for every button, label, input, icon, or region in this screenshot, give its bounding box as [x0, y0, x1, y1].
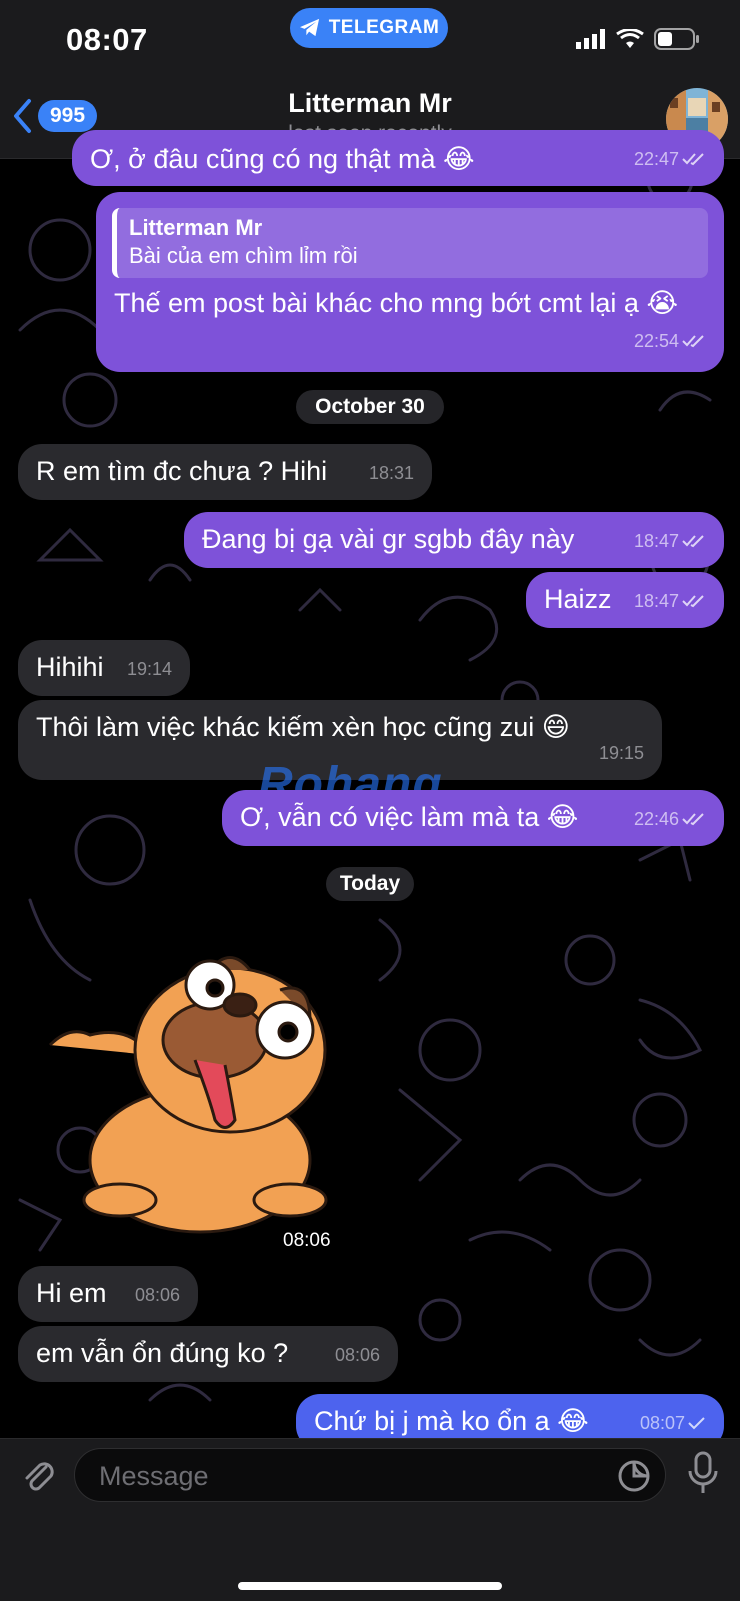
- message-time: 18:47: [633, 591, 679, 611]
- message-time: 19:15: [598, 743, 644, 763]
- message-time: 18:47: [633, 531, 679, 551]
- date-separator: Today: [326, 867, 414, 901]
- outgoing-message[interactable]: Haizz 18:47: [526, 572, 724, 628]
- app-pill-label: TELEGRAM: [328, 17, 440, 38]
- message-meta: 08:07: [640, 1406, 706, 1440]
- message-text: Thế em post bài khác cho mng bớt cmt lại…: [114, 288, 678, 318]
- incoming-message[interactable]: Hi em 08:06: [18, 1266, 198, 1322]
- single-check-icon: [688, 1417, 705, 1430]
- chat-title[interactable]: Litterman Mr: [0, 88, 740, 119]
- message-text: Ơ, ở đâu cũng có ng thật mà 😂: [90, 144, 475, 174]
- system-icons: [576, 28, 700, 50]
- double-check-icon: [682, 595, 704, 608]
- sticker-icon[interactable]: [617, 1459, 651, 1493]
- message-text: Hihihi: [36, 652, 104, 682]
- mic-icon[interactable]: [686, 1451, 720, 1495]
- message-time: 08:07: [639, 1413, 685, 1433]
- message-time: 19:14: [126, 659, 172, 679]
- message-meta: 22:47: [634, 142, 706, 176]
- incoming-message[interactable]: em vẫn ổn đúng ko ? 08:06: [18, 1326, 398, 1382]
- signal-icon: [576, 29, 605, 49]
- message-text: Hi em: [36, 1278, 107, 1308]
- double-check-icon: [682, 535, 704, 548]
- message-time: 22:46: [633, 809, 679, 829]
- pug-sticker[interactable]: [40, 950, 340, 1240]
- message-meta: 22:54: [634, 324, 706, 358]
- message-time: 22:54: [633, 331, 679, 351]
- clock: 08:07: [66, 22, 148, 57]
- status-bar: 08:07 TELEGRAM: [0, 0, 740, 80]
- reply-author: Litterman Mr: [129, 215, 263, 240]
- sticker-time: 08:06: [283, 1230, 331, 1251]
- date-separator: October 30: [296, 390, 444, 424]
- outgoing-message[interactable]: Ơ, ở đâu cũng có ng thật mà 😂 22:47: [72, 130, 724, 186]
- message-time: 08:06: [134, 1285, 180, 1305]
- message-text: Thôi làm việc khác kiếm xèn học cũng zui…: [36, 712, 570, 742]
- wifi-icon: [616, 29, 644, 48]
- reply-quote[interactable]: Litterman Mr Bài của em chìm lỉm rồi: [112, 208, 708, 278]
- outgoing-message[interactable]: Ơ, vẫn có việc làm mà ta 😂 22:46: [222, 790, 724, 846]
- reply-text: Bài của em chìm lỉm rồi: [129, 243, 358, 268]
- incoming-message[interactable]: Hihihi 19:14: [18, 640, 190, 696]
- message-time: 08:06: [334, 1345, 380, 1365]
- back-chevron-icon: [14, 99, 31, 133]
- incoming-message[interactable]: R em tìm đc chưa ? Hihi 18:31: [18, 444, 432, 500]
- message-text: R em tìm đc chưa ? Hihi: [36, 456, 328, 486]
- home-indicator[interactable]: [238, 1582, 502, 1590]
- double-check-icon: [682, 153, 704, 166]
- message-meta: 18:47: [634, 584, 706, 618]
- telegram-app-pill[interactable]: TELEGRAM: [290, 8, 448, 48]
- telegram-icon: [299, 18, 319, 37]
- message-input[interactable]: [97, 1449, 601, 1503]
- message-field[interactable]: [74, 1448, 666, 1503]
- outgoing-message[interactable]: Đang bị gạ vài gr sgbb đây này 18:47: [184, 512, 724, 568]
- message-meta: 22:46: [634, 802, 706, 836]
- battery-icon: [654, 28, 699, 50]
- message-text: Haizz: [544, 584, 612, 614]
- double-check-icon: [682, 813, 704, 826]
- message-input-bar: [0, 1438, 740, 1601]
- message-text: Chứ bị j mà ko ổn a 😂: [314, 1406, 589, 1436]
- outgoing-message-with-reply[interactable]: Litterman Mr Bài của em chìm lỉm rồi Thế…: [96, 192, 724, 372]
- attach-icon[interactable]: [18, 1455, 58, 1495]
- double-check-icon: [682, 335, 704, 348]
- message-time: 18:31: [368, 463, 414, 483]
- message-text: Ơ, vẫn có việc làm mà ta 😂: [240, 802, 579, 832]
- unread-count-badge: 995: [38, 100, 98, 132]
- back-button[interactable]: 995: [12, 98, 98, 134]
- message-text: Đang bị gạ vài gr sgbb đây này: [202, 524, 575, 554]
- message-time: 22:47: [633, 149, 679, 169]
- message-meta: 18:47: [634, 524, 706, 558]
- message-text: em vẫn ổn đúng ko ?: [36, 1338, 289, 1368]
